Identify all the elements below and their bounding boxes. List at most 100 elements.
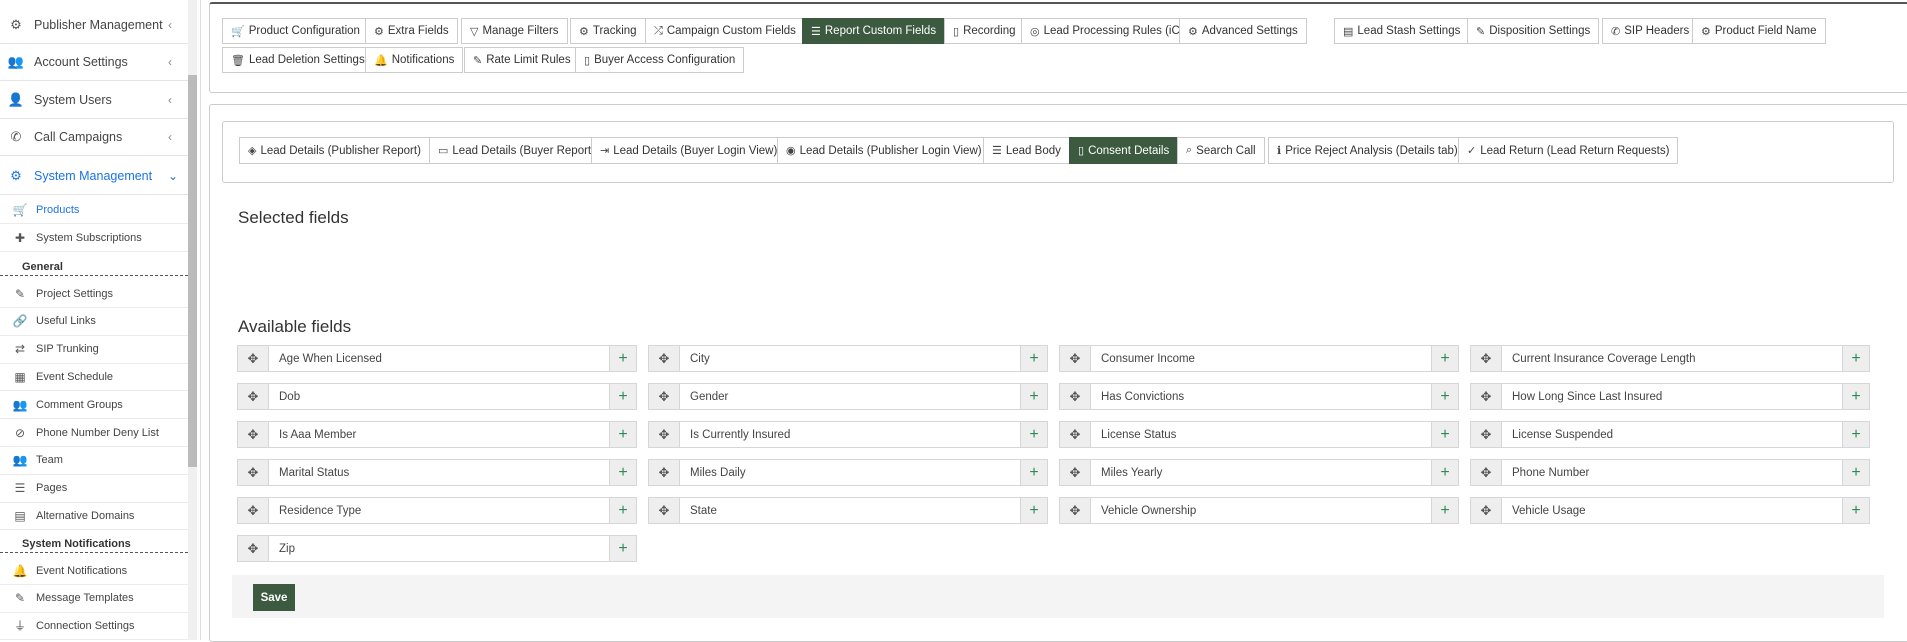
add-field-icon[interactable]: +	[1842, 346, 1869, 371]
available-field[interactable]: ✥ How Long Since Last Insured +	[1470, 383, 1870, 410]
tab-product-field-name[interactable]: ⚙ Product Field Name	[1692, 18, 1826, 44]
add-field-icon[interactable]: +	[1020, 346, 1047, 371]
tab-notifications[interactable]: 🔔 Notifications	[365, 47, 464, 73]
drag-handle-icon[interactable]: ✥	[1060, 346, 1091, 371]
sidebar-item-system-management[interactable]: ⚙ System Management ⌄	[0, 158, 188, 195]
available-field[interactable]: ✥ Vehicle Usage +	[1470, 497, 1870, 524]
add-field-icon[interactable]: +	[1020, 498, 1047, 523]
drag-handle-icon[interactable]: ✥	[1471, 384, 1502, 409]
add-field-icon[interactable]: +	[1431, 498, 1458, 523]
tab-disposition-settings[interactable]: ✎ Disposition Settings	[1467, 18, 1600, 44]
drag-handle-icon[interactable]: ✥	[1471, 422, 1502, 447]
available-field[interactable]: ✥ Age When Licensed +	[237, 345, 637, 372]
available-field[interactable]: ✥ Miles Yearly +	[1059, 459, 1459, 486]
drag-handle-icon[interactable]: ✥	[238, 384, 269, 409]
add-field-icon[interactable]: +	[1842, 460, 1869, 485]
drag-handle-icon[interactable]: ✥	[649, 422, 680, 447]
tab-recording[interactable]: ▯ Recording	[944, 18, 1025, 44]
subtab-lead-details-buyer-report[interactable]: ▭ Lead Details (Buyer Report)	[429, 137, 604, 164]
available-field[interactable]: ✥ License Suspended +	[1470, 421, 1870, 448]
drag-handle-icon[interactable]: ✥	[238, 346, 269, 371]
add-field-icon[interactable]: +	[1431, 384, 1458, 409]
sidebar-subitem-products[interactable]: 🛒 Products	[0, 196, 188, 224]
drag-handle-icon[interactable]: ✥	[1471, 460, 1502, 485]
sidebar-subitem-event-notifications[interactable]: 🔔 Event Notifications	[0, 557, 188, 585]
selected-fields-dropzone[interactable]	[238, 236, 1878, 312]
sidebar-item-call-campaigns[interactable]: ✆ Call Campaigns ‹	[0, 119, 188, 156]
add-field-icon[interactable]: +	[1020, 422, 1047, 447]
available-field[interactable]: ✥ Phone Number +	[1470, 459, 1870, 486]
available-field[interactable]: ✥ Is Currently Insured +	[648, 421, 1048, 448]
drag-handle-icon[interactable]: ✥	[1060, 498, 1091, 523]
subtab-lead-details-publisher-report[interactable]: ◈ Lead Details (Publisher Report)	[239, 137, 430, 164]
add-field-icon[interactable]: +	[1020, 384, 1047, 409]
drag-handle-icon[interactable]: ✥	[238, 422, 269, 447]
drag-handle-icon[interactable]: ✥	[1471, 346, 1502, 371]
sidebar-subitem-system-subscriptions[interactable]: ✚ System Subscriptions	[0, 224, 188, 252]
sidebar-subitem-sip-trunking[interactable]: ⇄ SIP Trunking	[0, 336, 188, 364]
drag-handle-icon[interactable]: ✥	[238, 498, 269, 523]
available-field[interactable]: ✥ Is Aaa Member +	[237, 421, 637, 448]
sidebar-subitem-project-settings[interactable]: ✎ Project Settings	[0, 280, 188, 308]
tab-rate-limit-rules[interactable]: ✎ Rate Limit Rules	[464, 47, 580, 73]
subtab-price-reject-analysis-details-tab[interactable]: ℹ Price Reject Analysis (Details tab)	[1268, 137, 1467, 164]
tab-lead-deletion-settings[interactable]: 🗑 Lead Deletion Settings	[222, 47, 374, 73]
sidebar-scrollbar-thumb[interactable]	[188, 75, 197, 467]
available-field[interactable]: ✥ State +	[648, 497, 1048, 524]
subtab-lead-return-lead-return-requests[interactable]: ✓ Lead Return (Lead Return Requests)	[1458, 137, 1679, 164]
available-field[interactable]: ✥ Has Convictions +	[1059, 383, 1459, 410]
add-field-icon[interactable]: +	[609, 498, 636, 523]
tab-product-configuration[interactable]: 🛒 Product Configuration	[222, 18, 369, 44]
drag-handle-icon[interactable]: ✥	[238, 536, 269, 561]
add-field-icon[interactable]: +	[1842, 384, 1869, 409]
available-field[interactable]: ✥ Current Insurance Coverage Length +	[1470, 345, 1870, 372]
save-button[interactable]: Save	[253, 584, 295, 611]
sidebar-subitem-event-schedule[interactable]: ▦ Event Schedule	[0, 363, 188, 392]
drag-handle-icon[interactable]: ✥	[649, 498, 680, 523]
add-field-icon[interactable]: +	[1431, 346, 1458, 371]
add-field-icon[interactable]: +	[609, 384, 636, 409]
tab-campaign-custom-fields[interactable]: ⤮ Campaign Custom Fields	[645, 18, 805, 44]
drag-handle-icon[interactable]: ✥	[238, 460, 269, 485]
sidebar-subitem-comment-groups[interactable]: 👥 Comment Groups	[0, 391, 188, 420]
sidebar-subitem-alternative-domains[interactable]: ▤ Alternative Domains	[0, 502, 188, 531]
add-field-icon[interactable]: +	[609, 460, 636, 485]
tab-manage-filters[interactable]: ▽ Manage Filters	[461, 18, 568, 44]
drag-handle-icon[interactable]: ✥	[649, 384, 680, 409]
sidebar-item-publisher-management[interactable]: ⚙ Publisher Management ‹	[0, 7, 188, 44]
available-field[interactable]: ✥ Dob +	[237, 383, 637, 410]
drag-handle-icon[interactable]: ✥	[1060, 384, 1091, 409]
subtab-consent-details[interactable]: ▯ Consent Details	[1069, 137, 1179, 164]
available-field[interactable]: ✥ Zip +	[237, 535, 637, 562]
tab-sip-headers[interactable]: ✆ SIP Headers	[1602, 18, 1699, 44]
sidebar-item-account-settings[interactable]: 👥 Account Settings ‹	[0, 44, 188, 81]
subtab-lead-details-publisher-login-view[interactable]: ◉ Lead Details (Publisher Login View)	[777, 137, 991, 164]
drag-handle-icon[interactable]: ✥	[1060, 422, 1091, 447]
available-field[interactable]: ✥ Miles Daily +	[648, 459, 1048, 486]
drag-handle-icon[interactable]: ✥	[1060, 460, 1091, 485]
sidebar-subitem-connection-settings[interactable]: ⏚ Connection Settings	[0, 612, 188, 640]
add-field-icon[interactable]: +	[1842, 422, 1869, 447]
available-field[interactable]: ✥ Residence Type +	[237, 497, 637, 524]
available-field[interactable]: ✥ License Status +	[1059, 421, 1459, 448]
drag-handle-icon[interactable]: ✥	[1471, 498, 1502, 523]
tab-lead-stash-settings[interactable]: ▤ Lead Stash Settings	[1334, 18, 1470, 44]
subtab-lead-details-buyer-login-view[interactable]: ⇥ Lead Details (Buyer Login View)	[591, 137, 787, 164]
tab-extra-fields[interactable]: ⚙ Extra Fields	[365, 18, 458, 44]
subtab-search-call[interactable]: ⌕ Search Call	[1177, 137, 1265, 164]
sidebar-subitem-team[interactable]: 👥 Team	[0, 447, 188, 475]
available-field[interactable]: ✥ Marital Status +	[237, 459, 637, 486]
sidebar-item-system-users[interactable]: 👤 System Users ‹	[0, 82, 188, 119]
available-field[interactable]: ✥ Consumer Income +	[1059, 345, 1459, 372]
tab-advanced-settings[interactable]: ⚙ Advanced Settings	[1179, 18, 1307, 44]
tab-tracking[interactable]: ⚙ Tracking	[570, 18, 646, 44]
add-field-icon[interactable]: +	[1020, 460, 1047, 485]
drag-handle-icon[interactable]: ✥	[649, 346, 680, 371]
add-field-icon[interactable]: +	[609, 536, 636, 561]
subtab-lead-body[interactable]: ☰ Lead Body	[983, 137, 1070, 164]
available-field[interactable]: ✥ City +	[648, 345, 1048, 372]
add-field-icon[interactable]: +	[1431, 460, 1458, 485]
drag-handle-icon[interactable]: ✥	[649, 460, 680, 485]
add-field-icon[interactable]: +	[609, 422, 636, 447]
tab-report-custom-fields[interactable]: ☰ Report Custom Fields	[802, 18, 946, 44]
